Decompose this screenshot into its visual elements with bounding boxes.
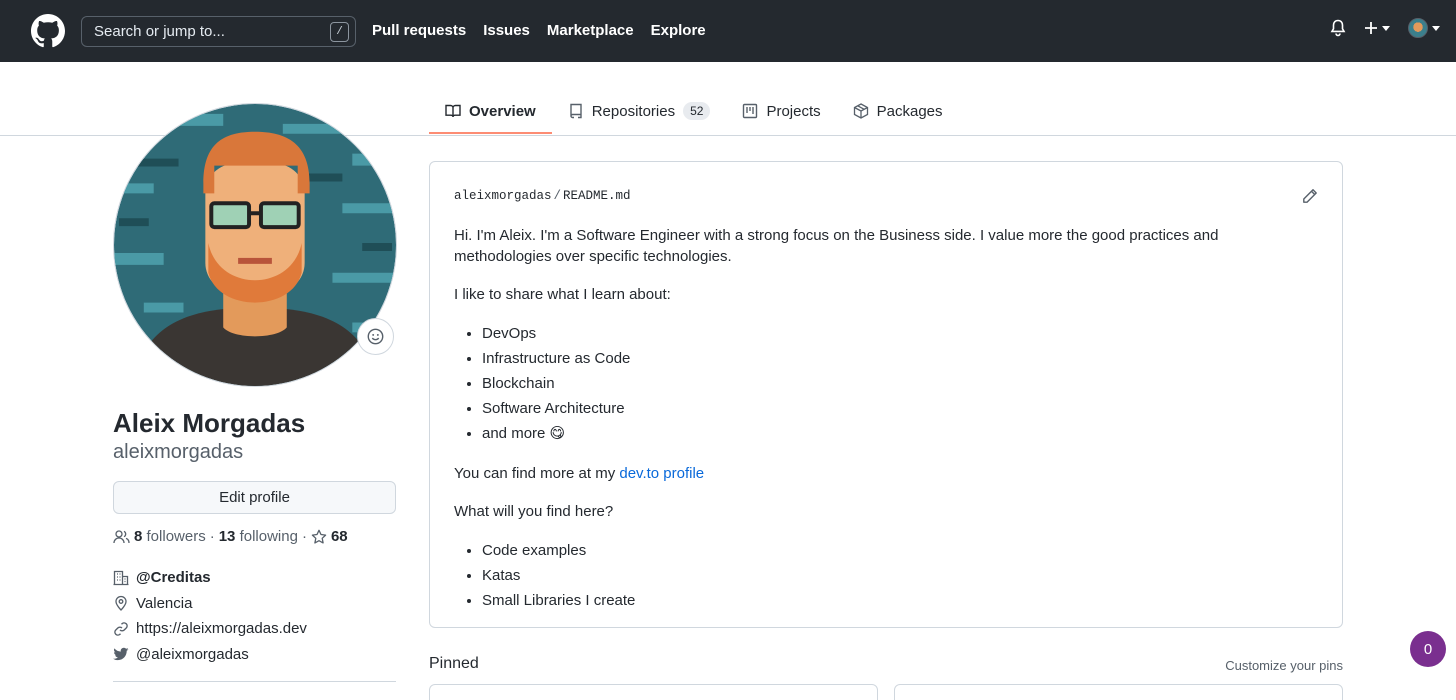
list-item: Code examples xyxy=(482,538,1318,563)
create-new-dropdown[interactable] xyxy=(1364,21,1390,35)
project-board-icon xyxy=(743,103,758,119)
list-item: and more 😋 xyxy=(482,421,1318,446)
star-icon xyxy=(311,529,327,544)
tab-label: Packages xyxy=(876,102,943,120)
chevron-down-icon xyxy=(1382,25,1390,31)
organization-item: @Creditas xyxy=(113,565,397,591)
twitter-link[interactable]: @aleixmorgadas xyxy=(136,646,249,663)
twitter-bird-icon xyxy=(113,648,129,661)
set-status-button[interactable] xyxy=(357,318,394,355)
readme-finds-list: Code examples Katas Small Libraries I cr… xyxy=(454,538,1318,613)
notifications-bell-icon[interactable] xyxy=(1330,19,1346,37)
followers-count: 8 xyxy=(134,528,143,545)
list-item: Blockchain xyxy=(482,371,1318,396)
location-pin-icon xyxy=(115,596,127,612)
readme-intro: Hi. I'm Aleix. I'm a Software Engineer w… xyxy=(454,227,1219,265)
website-link[interactable]: https://aleixmorgadas.dev xyxy=(136,620,307,637)
people-icon xyxy=(113,529,130,543)
plus-icon xyxy=(1365,22,1377,34)
location-text: Valencia xyxy=(136,594,193,612)
readme-owner[interactable]: aleixmorgadas xyxy=(454,189,552,203)
customize-pins-link[interactable]: Customize your pins xyxy=(1225,658,1343,673)
book-icon xyxy=(445,104,461,118)
followers-label: followers xyxy=(146,528,206,545)
following-link[interactable]: 13 following xyxy=(219,528,298,545)
profile-avatar[interactable] xyxy=(113,103,397,387)
top-header: / Pull requests Issues Marketplace Explo… xyxy=(0,0,1456,62)
pinned-card[interactable] xyxy=(429,684,878,700)
readme-more-prefix: You can find more at my xyxy=(454,465,620,482)
primary-nav: Pull requests Issues Marketplace Explore xyxy=(372,22,706,39)
tab-packages[interactable]: Packages xyxy=(837,88,959,134)
profile-full-name: Aleix Morgadas xyxy=(113,408,306,438)
search-box[interactable]: / xyxy=(81,16,356,47)
avatar-container xyxy=(113,103,397,387)
nav-explore[interactable]: Explore xyxy=(651,22,706,39)
organization-link[interactable]: @Creditas xyxy=(136,569,211,586)
chevron-down-icon xyxy=(1432,25,1440,31)
link-icon xyxy=(114,621,128,636)
readme-share-heading: I like to share what I learn about: xyxy=(454,286,671,303)
profile-readme-card: aleixmorgadas / README.md Hi. I'm Aleix. I… xyxy=(429,161,1343,628)
profile-sidebar: Aleix Morgadas aleixmorgadas Edit profil… xyxy=(113,103,397,682)
search-shortcut-key: / xyxy=(330,22,349,42)
repositories-count-badge: 52 xyxy=(683,102,711,120)
repo-icon xyxy=(570,103,582,119)
profile-username: aleixmorgadas xyxy=(113,441,244,463)
readme-more-line: You can find more at my dev.to profile xyxy=(454,463,1318,484)
user-menu-dropdown[interactable] xyxy=(1408,18,1440,38)
tab-label: Repositories xyxy=(591,102,676,120)
stars-link[interactable]: 68 xyxy=(311,528,348,545)
organization-icon xyxy=(113,570,129,585)
nav-issues[interactable]: Issues xyxy=(483,22,530,39)
tab-label: Overview xyxy=(469,102,536,120)
smiley-icon xyxy=(367,328,384,345)
tab-label: Projects xyxy=(766,102,821,120)
twitter-item: @aleixmorgadas xyxy=(113,642,397,668)
user-avatar-small xyxy=(1408,18,1428,38)
tab-overview[interactable]: Overview xyxy=(429,88,552,134)
nav-pull-requests[interactable]: Pull requests xyxy=(372,22,466,39)
tab-projects[interactable]: Projects xyxy=(726,88,836,134)
path-separator: / xyxy=(553,189,562,203)
notification-count-badge[interactable]: 0 xyxy=(1410,631,1446,667)
location-item: Valencia xyxy=(113,591,397,617)
list-item: Katas xyxy=(482,563,1318,588)
readme-topics-list: DevOps Infrastructure as Code Blockchain… xyxy=(454,321,1318,446)
readme-filename[interactable]: README.md xyxy=(563,189,631,203)
readme-find-heading: What will you find here? xyxy=(454,503,614,520)
follow-stats: 8 followers · 13 following · 68 xyxy=(113,528,397,545)
list-item: DevOps xyxy=(482,321,1318,346)
profile-tabs: Overview Repositories 52 Projects Packag… xyxy=(429,88,959,134)
sidebar-divider xyxy=(113,681,396,682)
nav-marketplace[interactable]: Marketplace xyxy=(547,22,634,39)
github-logo-icon[interactable] xyxy=(31,14,65,48)
list-item: Infrastructure as Code xyxy=(482,346,1318,371)
following-count: 13 xyxy=(218,528,236,545)
profile-details: @Creditas Valencia https://aleixmorgadas… xyxy=(113,565,397,667)
header-actions xyxy=(1330,18,1440,38)
edit-readme-pencil-icon[interactable] xyxy=(1302,188,1318,209)
package-icon xyxy=(853,103,868,119)
edit-profile-button[interactable]: Edit profile xyxy=(113,481,396,514)
devto-profile-link[interactable]: dev.to profile xyxy=(619,465,704,482)
list-item: Small Libraries I create xyxy=(482,588,1318,613)
separator-dot: · xyxy=(301,528,307,545)
search-input[interactable] xyxy=(94,23,314,40)
readme-path: aleixmorgadas / README.md xyxy=(454,189,1318,203)
pinned-card[interactable] xyxy=(894,684,1343,700)
website-item: https://aleixmorgadas.dev xyxy=(113,616,397,642)
pinned-heading: Pinned xyxy=(429,655,479,672)
following-label: following xyxy=(239,528,298,545)
separator-dot: · xyxy=(209,528,215,545)
followers-link[interactable]: 8 followers xyxy=(134,528,206,545)
list-item: Software Architecture xyxy=(482,396,1318,421)
tab-repositories[interactable]: Repositories 52 xyxy=(552,88,727,134)
stars-count: 68 xyxy=(330,528,348,545)
